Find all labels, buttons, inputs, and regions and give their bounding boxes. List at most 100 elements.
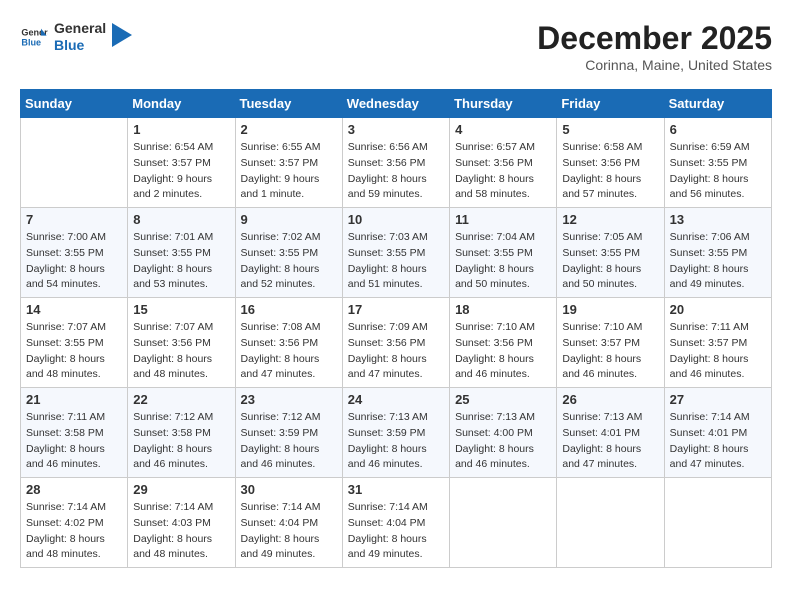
calendar-cell: [21, 118, 128, 208]
day-info: Sunrise: 7:08 AMSunset: 3:56 PMDaylight:…: [241, 320, 337, 383]
calendar-cell: 9Sunrise: 7:02 AMSunset: 3:55 PMDaylight…: [235, 208, 342, 298]
header-thursday: Thursday: [450, 90, 557, 118]
day-number: 14: [26, 302, 122, 317]
day-info: Sunrise: 6:55 AMSunset: 3:57 PMDaylight:…: [241, 140, 337, 203]
calendar-cell: [664, 478, 771, 568]
calendar-cell: 14 Sunrise: 7:07 AMSunset: 3:55 PMDayligh…: [21, 298, 128, 388]
day-info: Sunrise: 6:59 AMSunset: 3:55 PMDaylight:…: [670, 140, 766, 203]
day-number: 21: [26, 392, 122, 407]
svg-text:Blue: Blue: [21, 37, 41, 47]
day-number: 6: [670, 122, 766, 137]
day-info: Sunrise: 7:14 AMSunset: 4:04 PMDaylight:…: [348, 500, 444, 563]
logo-general: General: [54, 20, 106, 37]
calendar-cell: 26 Sunrise: 7:13 AMSunset: 4:01 PMDayligh…: [557, 388, 664, 478]
title-block: December 2025 Corinna, Maine, United Sta…: [537, 20, 772, 73]
header-friday: Friday: [557, 90, 664, 118]
day-info: Sunrise: 7:07 AMSunset: 3:56 PMDaylight:…: [133, 320, 229, 383]
header-row: SundayMondayTuesdayWednesdayThursdayFrid…: [21, 90, 772, 118]
day-info: Sunrise: 7:10 AMSunset: 3:56 PMDaylight:…: [455, 320, 551, 383]
calendar-cell: 6 Sunrise: 6:59 AMSunset: 3:55 PMDaylight…: [664, 118, 771, 208]
calendar-cell: [450, 478, 557, 568]
calendar-cell: 20 Sunrise: 7:11 AMSunset: 3:57 PMDayligh…: [664, 298, 771, 388]
day-number: 20: [670, 302, 766, 317]
day-number: 17: [348, 302, 444, 317]
week-row-3: 14 Sunrise: 7:07 AMSunset: 3:55 PMDayligh…: [21, 298, 772, 388]
calendar-cell: 23 Sunrise: 7:12 AMSunset: 3:59 PMDayligh…: [235, 388, 342, 478]
day-info: Sunrise: 7:01 AMSunset: 3:55 PMDaylight:…: [133, 230, 229, 293]
day-number: 8: [133, 212, 229, 227]
calendar-cell: 4 Sunrise: 6:57 AMSunset: 3:56 PMDaylight…: [450, 118, 557, 208]
header-monday: Monday: [128, 90, 235, 118]
day-info: Sunrise: 6:54 AMSunset: 3:57 PMDaylight:…: [133, 140, 229, 203]
logo-blue: Blue: [54, 37, 106, 54]
calendar-cell: 12 Sunrise: 7:05 AMSunset: 3:55 PMDayligh…: [557, 208, 664, 298]
day-number: 10: [348, 212, 444, 227]
location: Corinna, Maine, United States: [537, 57, 772, 73]
day-number: 1: [133, 122, 229, 137]
day-number: 7: [26, 212, 122, 227]
day-info: Sunrise: 7:12 AMSunset: 3:58 PMDaylight:…: [133, 410, 229, 473]
day-number: 3: [348, 122, 444, 137]
day-number: 4: [455, 122, 551, 137]
day-number: 31: [348, 482, 444, 497]
day-number: 15: [133, 302, 229, 317]
day-info: Sunrise: 7:02 AMSunset: 3:55 PMDaylight:…: [241, 230, 337, 293]
calendar-cell: 27 Sunrise: 7:14 AMSunset: 4:01 PMDayligh…: [664, 388, 771, 478]
day-info: Sunrise: 7:12 AMSunset: 3:59 PMDaylight:…: [241, 410, 337, 473]
calendar-cell: 15 Sunrise: 7:07 AMSunset: 3:56 PMDayligh…: [128, 298, 235, 388]
day-number: 22: [133, 392, 229, 407]
calendar-cell: 11Sunrise: 7:04 AMSunset: 3:55 PMDayligh…: [450, 208, 557, 298]
day-info: Sunrise: 6:56 AMSunset: 3:56 PMDaylight:…: [348, 140, 444, 203]
calendar-cell: 13Sunrise: 7:06 AMSunset: 3:55 PMDayligh…: [664, 208, 771, 298]
page-header: General Blue General Blue December 2025 …: [20, 20, 772, 73]
day-info: Sunrise: 7:13 AMSunset: 4:01 PMDaylight:…: [562, 410, 658, 473]
calendar-cell: 29Sunrise: 7:14 AMSunset: 4:03 PMDayligh…: [128, 478, 235, 568]
day-info: Sunrise: 7:06 AMSunset: 3:55 PMDaylight:…: [670, 230, 766, 293]
day-number: 18: [455, 302, 551, 317]
calendar-cell: 16 Sunrise: 7:08 AMSunset: 3:56 PMDayligh…: [235, 298, 342, 388]
day-info: Sunrise: 7:14 AMSunset: 4:01 PMDaylight:…: [670, 410, 766, 473]
day-number: 2: [241, 122, 337, 137]
day-number: 11: [455, 212, 551, 227]
calendar-cell: 10 Sunrise: 7:03 AMSunset: 3:55 PMDayligh…: [342, 208, 449, 298]
day-number: 12: [562, 212, 658, 227]
day-number: 5: [562, 122, 658, 137]
day-number: 30: [241, 482, 337, 497]
calendar-cell: [557, 478, 664, 568]
day-info: Sunrise: 7:07 AMSunset: 3:55 PMDaylight:…: [26, 320, 122, 383]
day-info: Sunrise: 7:14 AMSunset: 4:02 PMDaylight:…: [26, 500, 122, 563]
calendar-cell: 25 Sunrise: 7:13 AMSunset: 4:00 PMDayligh…: [450, 388, 557, 478]
day-info: Sunrise: 7:14 AMSunset: 4:04 PMDaylight:…: [241, 500, 337, 563]
week-row-2: 7Sunrise: 7:00 AMSunset: 3:55 PMDaylight…: [21, 208, 772, 298]
header-wednesday: Wednesday: [342, 90, 449, 118]
header-sunday: Sunday: [21, 90, 128, 118]
calendar-cell: 22 Sunrise: 7:12 AMSunset: 3:58 PMDayligh…: [128, 388, 235, 478]
day-number: 23: [241, 392, 337, 407]
day-info: Sunrise: 7:09 AMSunset: 3:56 PMDaylight:…: [348, 320, 444, 383]
logo: General Blue General Blue: [20, 20, 132, 54]
day-number: 19: [562, 302, 658, 317]
calendar-cell: 3 Sunrise: 6:56 AMSunset: 3:56 PMDaylight…: [342, 118, 449, 208]
logo-icon: General Blue: [20, 23, 48, 51]
calendar-cell: 8 Sunrise: 7:01 AMSunset: 3:55 PMDaylight…: [128, 208, 235, 298]
calendar-cell: 19Sunrise: 7:10 AMSunset: 3:57 PMDayligh…: [557, 298, 664, 388]
day-number: 26: [562, 392, 658, 407]
month-title: December 2025: [537, 20, 772, 57]
week-row-4: 21Sunrise: 7:11 AMSunset: 3:58 PMDayligh…: [21, 388, 772, 478]
calendar-cell: 21Sunrise: 7:11 AMSunset: 3:58 PMDayligh…: [21, 388, 128, 478]
day-info: Sunrise: 7:14 AMSunset: 4:03 PMDaylight:…: [133, 500, 229, 563]
day-number: 27: [670, 392, 766, 407]
day-info: Sunrise: 7:05 AMSunset: 3:55 PMDaylight:…: [562, 230, 658, 293]
calendar-cell: 31 Sunrise: 7:14 AMSunset: 4:04 PMDayligh…: [342, 478, 449, 568]
day-info: Sunrise: 7:11 AMSunset: 3:57 PMDaylight:…: [670, 320, 766, 383]
calendar-cell: 18 Sunrise: 7:10 AMSunset: 3:56 PMDayligh…: [450, 298, 557, 388]
calendar-cell: 2 Sunrise: 6:55 AMSunset: 3:57 PMDaylight…: [235, 118, 342, 208]
day-info: Sunrise: 7:03 AMSunset: 3:55 PMDaylight:…: [348, 230, 444, 293]
day-number: 28: [26, 482, 122, 497]
calendar-table: SundayMondayTuesdayWednesdayThursdayFrid…: [20, 89, 772, 568]
day-number: 25: [455, 392, 551, 407]
calendar-cell: 5Sunrise: 6:58 AMSunset: 3:56 PMDaylight…: [557, 118, 664, 208]
day-number: 16: [241, 302, 337, 317]
day-info: Sunrise: 6:57 AMSunset: 3:56 PMDaylight:…: [455, 140, 551, 203]
day-info: Sunrise: 7:13 AMSunset: 4:00 PMDaylight:…: [455, 410, 551, 473]
